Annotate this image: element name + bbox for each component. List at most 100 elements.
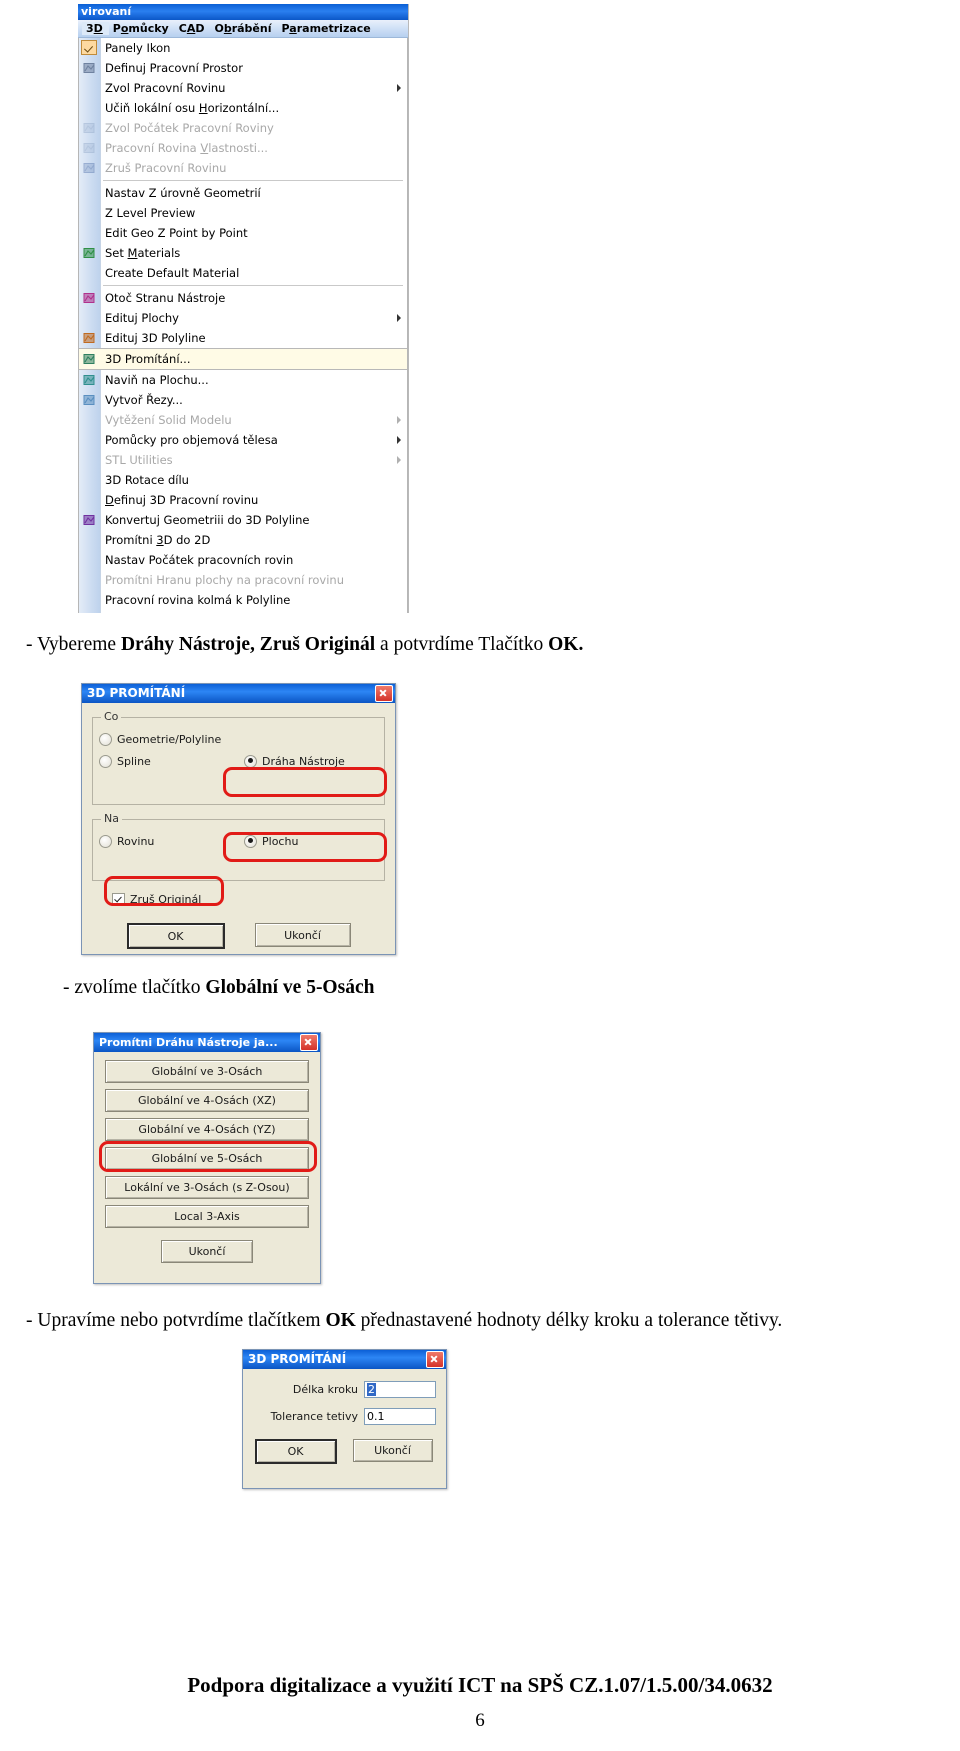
dialog-body: Délka kroku 2 Tolerance tetivy 0.1 OK Uk…	[243, 1369, 446, 1472]
button-local-3-axis[interactable]: Local 3-Axis	[105, 1205, 309, 1228]
menu-item-27[interactable]: Pracovní rovina kolmá k Polyline	[79, 590, 407, 610]
menu-item-25[interactable]: Nastav Počátek pracovních rovin	[79, 550, 407, 570]
radio-spline[interactable]: Spline	[99, 754, 151, 768]
menu-item-24[interactable]: Promítni 3D do 2D	[79, 530, 407, 550]
sections-icon	[82, 393, 97, 407]
menubar-item-pom-cky[interactable]: Pomůcky	[109, 22, 175, 35]
checkbox-checked-icon	[81, 40, 97, 55]
menu-item-13[interactable]: Edituj Plochy	[79, 308, 407, 328]
button-global-4-axis-xz[interactable]: Globální ve 4-Osách (XZ)	[105, 1089, 309, 1112]
menu-item-3[interactable]: Učiň lokální osu Horizontální...	[79, 98, 407, 118]
close-icon[interactable]	[426, 1351, 444, 1368]
button-local-3-axis-z[interactable]: Lokální ve 3-Osách (s Z-Osou)	[105, 1176, 309, 1199]
checkbox-row: Zruš Originál	[112, 891, 389, 915]
radio-indicator	[99, 754, 112, 768]
co-row-2: Spline Dráha Nástroje	[99, 750, 378, 772]
button-global-3-axis[interactable]: Globální ve 3-Osách	[105, 1060, 309, 1083]
step2-bold: Globální ve 5-Osách	[205, 977, 375, 998]
menu-item-label: Zvol Počátek Pracovní Roviny	[105, 121, 274, 135]
radio-draha-nastroje[interactable]: Dráha Nástroje	[244, 754, 345, 768]
menubar-item-obr-b-n-[interactable]: Obrábění	[210, 22, 277, 35]
delka-kroku-input[interactable]: 2	[364, 1381, 436, 1398]
menu-item-label: Otoč Stranu Nástroje	[105, 291, 226, 305]
menu-item-8[interactable]: Z Level Preview	[79, 203, 407, 223]
projection-icon	[82, 352, 97, 366]
button-global-5-axis[interactable]: Globální ve 5-Osách	[105, 1147, 309, 1170]
group-na-label: Na	[101, 812, 122, 825]
menu-item-4: Zvol Počátek Pracovní Roviny	[79, 118, 407, 138]
menu-item-21[interactable]: 3D Rotace dílu	[79, 470, 407, 490]
menu-item-label: Promítni 3D do 2D	[105, 533, 211, 547]
menu-item-label: Edituj 3D Polyline	[105, 331, 206, 345]
ukonci-button[interactable]: Ukončí	[254, 923, 351, 947]
close-icon[interactable]	[375, 685, 393, 702]
radio-rovinu[interactable]: Rovinu	[99, 834, 155, 848]
plane-props-icon	[82, 141, 97, 155]
cad-menu-screenshot: virovaní 3D Pomůcky CAD Obrábění Parametriza…	[78, 4, 409, 613]
menu-item-1[interactable]: Definuj Pracovní Prostor	[79, 58, 407, 78]
submenu-arrow-icon	[397, 84, 401, 92]
submenu-arrow-icon	[397, 456, 401, 464]
menubar-item-parametrizace[interactable]: Parametrizace	[278, 22, 377, 35]
menu-item-22[interactable]: Definuj 3D Pracovní rovinu	[79, 490, 407, 510]
menu-item-23[interactable]: Konvertuj Geometriii do 3D Polyline	[79, 510, 407, 530]
radio-plochu[interactable]: Plochu	[244, 834, 299, 848]
radio-label: Rovinu	[117, 834, 155, 848]
menu-item-10[interactable]: Set Materials	[79, 243, 407, 263]
menubar-item-3d[interactable]: 3D	[82, 22, 109, 35]
radio-label: Plochu	[262, 834, 299, 848]
ukonci-button[interactable]: Ukončí	[352, 1439, 433, 1462]
input-value: 0.1	[367, 1410, 385, 1423]
menu-item-label: Nastav Z úrovně Geometrií	[105, 186, 261, 200]
submenu-arrow-icon	[397, 314, 401, 322]
menu-item-label: Set Materials	[105, 246, 181, 260]
menu-item-label: Create Default Material	[105, 266, 240, 280]
dialog-3d-projection: 3D PROMÍTÁNÍ Co Geometrie/Polyline Splin…	[81, 683, 396, 955]
input-value: 2	[367, 1383, 376, 1396]
tolerance-tetivy-input[interactable]: 0.1	[364, 1408, 436, 1425]
menu-item-17[interactable]: Vytvoř Řezy...	[79, 390, 407, 410]
step3-prefix: - Upravíme nebo potvrdíme tlačítkem	[26, 1310, 326, 1331]
dialog-body: Co Geometrie/Polyline Spline Dráha Nástr…	[82, 703, 395, 966]
co-row-1: Geometrie/Polyline	[99, 728, 378, 750]
menu-item-14[interactable]: Edituj 3D Polyline	[79, 328, 407, 348]
step1-bold-1: Dráhy Nástroje, Zruš Originál	[120, 634, 376, 655]
menu-item-label: Zruš Pracovní Rovinu	[105, 161, 227, 175]
field-row-tolerance-tetivy: Tolerance tetivy 0.1	[251, 1408, 436, 1425]
menu-item-label: Pracovní Rovina Vlastnosti...	[105, 141, 268, 155]
ukonci-button[interactable]: Ukončí	[161, 1240, 253, 1263]
menu-item-15[interactable]: 3D Promítání...	[79, 348, 407, 370]
dialog-titlebar: Promítni Dráhu Nástroje ja...	[94, 1033, 320, 1052]
menu-item-0[interactable]: Panely Ikon	[79, 38, 407, 58]
menu-item-11[interactable]: Create Default Material	[79, 263, 407, 283]
ok-button[interactable]: OK	[254, 1439, 337, 1464]
menu-item-9[interactable]: Edit Geo Z Point by Point	[79, 223, 407, 243]
submenu-arrow-icon	[397, 436, 401, 444]
menu-item-label: Nastav Počátek pracovních rovin	[105, 553, 294, 567]
material-icon	[82, 246, 97, 260]
radio-geometrie-polyline[interactable]: Geometrie/Polyline	[99, 732, 221, 746]
menu-item-2[interactable]: Zvol Pracovní Rovinu	[79, 78, 407, 98]
menu-item-label: Definuj Pracovní Prostor	[105, 61, 243, 75]
button-global-4-axis-yz[interactable]: Globální ve 4-Osách (YZ)	[105, 1118, 309, 1141]
step-3-text: - Upravíme nebo potvrdíme tlačítkem OK p…	[26, 1308, 931, 1334]
field-label: Tolerance tetivy	[270, 1410, 358, 1423]
page-number: 6	[475, 1710, 485, 1731]
menubar-item-cad[interactable]: CAD	[175, 22, 211, 35]
menu-item-label: Naviň na Plochu...	[105, 373, 209, 387]
radio-indicator	[244, 834, 257, 848]
menu-separator	[103, 180, 403, 181]
step1-mid: a potvrdíme Tlačítko	[375, 634, 549, 655]
menu-item-5: Pracovní Rovina Vlastnosti...	[79, 138, 407, 158]
menu-item-12[interactable]: Otoč Stranu Nástroje	[79, 288, 407, 308]
menu-item-19[interactable]: Pomůcky pro objemová tělesa	[79, 430, 407, 450]
menu-item-label: Zvol Pracovní Rovinu	[105, 81, 226, 95]
menu-item-7[interactable]: Nastav Z úrovně Geometrií	[79, 183, 407, 203]
menu-item-16[interactable]: Naviň na Plochu...	[79, 370, 407, 390]
menu-dropdown-3d: Panely Ikon Definuj Pracovní Prostor Zvol …	[78, 38, 408, 613]
flag-icon	[82, 161, 97, 175]
radio-indicator	[244, 754, 257, 768]
ok-button[interactable]: OK	[126, 923, 225, 949]
close-icon[interactable]	[300, 1034, 318, 1051]
checkbox-zrus-original[interactable]: Zruš Originál	[112, 893, 201, 906]
